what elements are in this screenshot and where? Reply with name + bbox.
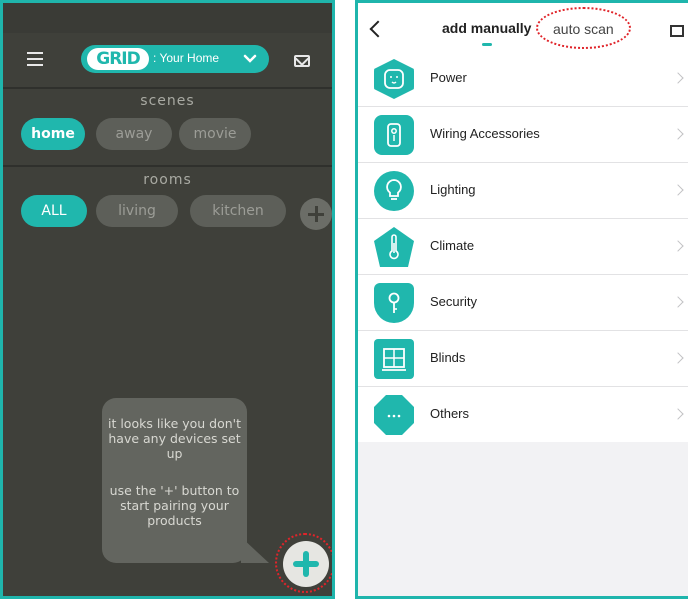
power-outlet-icon <box>374 59 414 99</box>
wall-switch-icon <box>374 115 414 155</box>
category-row-wiring[interactable]: Wiring Accessories <box>358 107 688 163</box>
chevron-right-icon <box>672 296 684 308</box>
category-row-power[interactable]: Power <box>358 51 688 107</box>
thermometer-icon <box>374 227 414 267</box>
top-bar: GRID : Your Home <box>3 43 332 77</box>
scan-icon[interactable] <box>670 25 684 37</box>
chevron-right-icon <box>672 352 684 364</box>
chevron-right-icon <box>672 184 684 196</box>
scenes-title: scenes <box>140 93 195 109</box>
highlight-ring <box>536 7 631 49</box>
category-label: Wiring Accessories <box>430 126 540 141</box>
empty-message: it looks like you don't have any devices… <box>107 416 242 461</box>
divider <box>3 87 332 89</box>
category-row-lighting[interactable]: Lighting <box>358 163 688 219</box>
category-row-others[interactable]: Others <box>358 387 688 442</box>
scene-chip-home[interactable]: home <box>21 118 85 150</box>
category-label: Lighting <box>430 182 476 197</box>
menu-icon[interactable] <box>27 52 43 66</box>
chevron-right-icon <box>672 240 684 252</box>
nav-bar: add manually auto scan <box>358 3 688 52</box>
status-bar <box>3 3 332 33</box>
chevron-right-icon <box>672 72 684 84</box>
lightbulb-icon <box>374 171 414 211</box>
chevron-down-icon <box>243 54 257 63</box>
room-chip-kitchen[interactable]: kitchen <box>190 195 286 227</box>
empty-hint: use the '+' button to start pairing your… <box>109 483 240 528</box>
category-list: Power Wiring Accessories Lighting Climat… <box>358 51 688 442</box>
add-device-button[interactable] <box>283 541 329 587</box>
mail-icon[interactable] <box>294 55 310 67</box>
scene-chip-movie[interactable]: movie <box>179 118 251 150</box>
tab-add-manually[interactable]: add manually <box>442 20 531 36</box>
category-label: Climate <box>430 238 475 253</box>
home-selector[interactable]: GRID : Your Home <box>81 45 269 73</box>
chevron-right-icon <box>672 128 684 140</box>
home-selector-label: : Your Home <box>153 51 220 65</box>
back-icon[interactable] <box>369 20 387 38</box>
category-label: Blinds <box>430 350 466 365</box>
category-label: Others <box>430 406 470 421</box>
room-chip-all[interactable]: ALL <box>21 195 87 227</box>
category-label: Power <box>430 70 467 85</box>
category-label: Security <box>430 294 477 309</box>
category-row-security[interactable]: Security <box>358 275 688 331</box>
active-tab-indicator <box>482 43 492 46</box>
rooms-title: rooms <box>143 172 192 188</box>
window-icon <box>374 339 414 379</box>
chevron-right-icon <box>672 408 684 420</box>
divider <box>3 165 332 167</box>
add-device-screen: add manually auto scan Power Wiring Acce… <box>355 0 688 599</box>
empty-state-bubble: it looks like you don't have any devices… <box>102 398 269 563</box>
room-chip-living[interactable]: living <box>96 195 178 227</box>
scene-chip-away[interactable]: away <box>96 118 172 150</box>
more-icon <box>374 395 414 435</box>
grid-app-home-screen: GRID : Your Home scenes home away movie … <box>0 0 335 599</box>
grid-logo: GRID <box>87 48 149 70</box>
category-row-climate[interactable]: Climate <box>358 219 688 275</box>
add-room-button[interactable] <box>300 198 332 230</box>
key-icon <box>374 283 414 323</box>
category-row-blinds[interactable]: Blinds <box>358 331 688 387</box>
